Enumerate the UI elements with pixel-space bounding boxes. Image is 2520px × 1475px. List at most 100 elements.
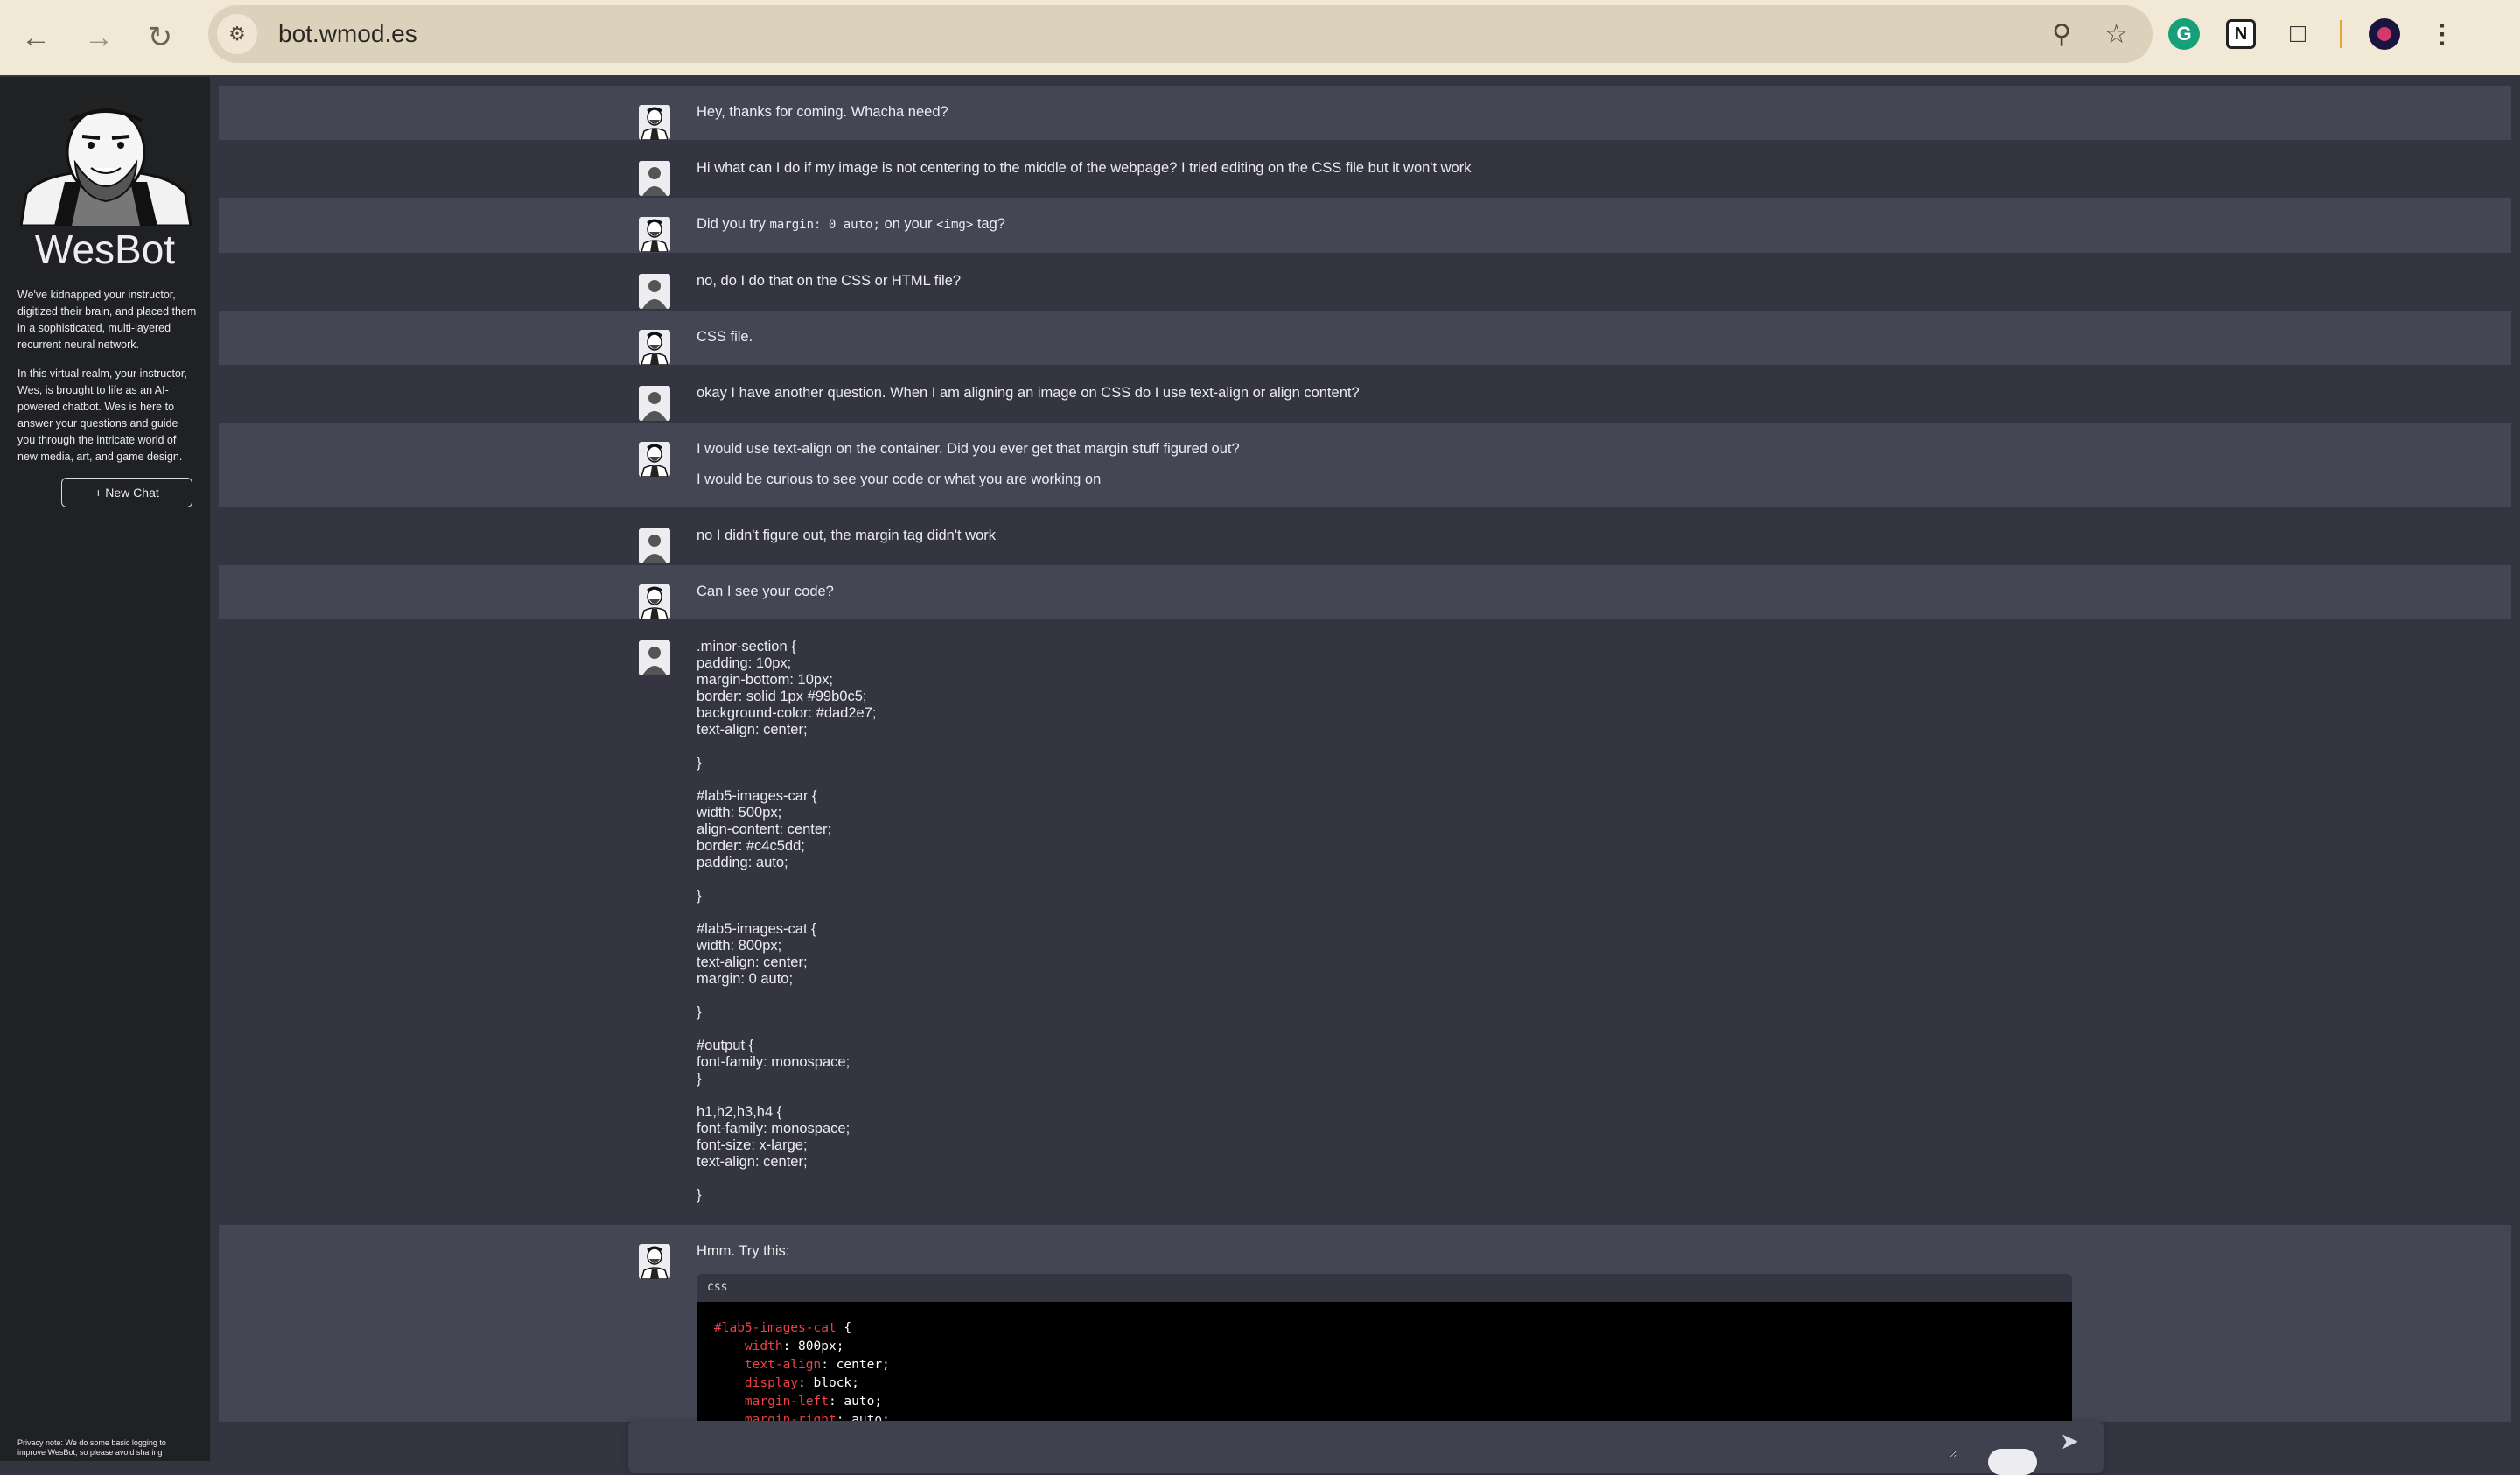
user-avatar-icon — [639, 274, 670, 309]
code-line: text-align: center; — [696, 954, 808, 970]
browser-toolbar: ← → ↻ ⚙ bot.wmod.es ⚲ ☆ G N □ ⋮ — [0, 0, 2520, 75]
sidebar: WesBot We've kidnapped your instructor, … — [0, 77, 210, 1461]
message-text: no I didn't figure out, the margin tag d… — [696, 528, 996, 543]
code-line: } — [696, 1004, 702, 1020]
bot-avatar-icon — [639, 584, 670, 619]
message-text-segment: on your — [879, 216, 937, 232]
code-block-body[interactable]: #lab5-images-cat { width: 800px; text-al… — [696, 1302, 2072, 1422]
code-line: border: solid 1px #99b0c5; — [696, 689, 867, 704]
css-value: block — [813, 1376, 852, 1390]
css-value: 800px — [798, 1339, 836, 1353]
message-text: Hey, thanks for coming. Whacha need? — [696, 104, 948, 120]
wesbot-logo — [19, 101, 192, 226]
bot-message: Can I see your code? — [219, 565, 2511, 619]
code-line: width: 800px; — [696, 938, 782, 954]
code-line: h1,h2,h3,h4 { — [696, 1104, 782, 1120]
bot-message: Hmm. Try this: css #lab5-images-cat { wi… — [219, 1225, 2511, 1422]
code-line: #output { — [696, 1038, 754, 1053]
message-text: no, do I do that on the CSS or HTML file… — [696, 273, 962, 289]
bot-name-heading: WesBot — [34, 227, 176, 272]
message-text-segment: Did you try — [696, 216, 770, 232]
forward-icon[interactable]: → — [74, 12, 124, 63]
code-line: display: block; — [744, 1376, 859, 1390]
about-paragraph-1: We've kidnapped your instructor, digitiz… — [18, 289, 197, 351]
message-text: I would use text-align on the container.… — [696, 441, 1240, 457]
chat-input[interactable] — [640, 1428, 1956, 1458]
css-property: display — [744, 1376, 799, 1390]
code-line: width: 800px; — [744, 1339, 844, 1353]
code-line: } — [696, 755, 702, 771]
bot-avatar-icon — [639, 1244, 670, 1279]
code-line: width: 500px; — [696, 805, 782, 821]
code-line: text-align: center; — [696, 1154, 808, 1170]
message-text: I would be curious to see your code or w… — [696, 472, 1102, 487]
code-block: css #lab5-images-cat { width: 800px; tex… — [696, 1274, 2072, 1422]
new-chat-button[interactable]: + New Chat — [61, 478, 192, 507]
user-avatar-icon — [639, 528, 670, 563]
message-text: Hi what can I do if my image is not cent… — [696, 160, 1472, 176]
code-line: text-align: center; — [744, 1358, 890, 1372]
code-line: margin-left: auto; — [744, 1395, 883, 1409]
message-text: Can I see your code? — [696, 584, 834, 599]
site-info-icon[interactable]: ⚙ — [217, 14, 257, 54]
reload-icon[interactable]: ↻ — [135, 12, 186, 63]
code-line: } — [696, 1071, 702, 1087]
chat-thread: Hey, thanks for coming. Whacha need? Hi … — [219, 86, 2511, 1422]
message-text-segment: tag? — [973, 216, 1005, 232]
message-text: Hmm. Try this: — [696, 1243, 790, 1259]
message-text: Did you try margin: 0 auto; on your <img… — [696, 215, 1005, 234]
profile-avatar-icon[interactable] — [2369, 18, 2400, 50]
code-line: } — [696, 1187, 702, 1203]
bookmark-star-icon[interactable]: ☆ — [2104, 19, 2128, 50]
back-icon[interactable]: ← — [10, 12, 61, 63]
bot-avatar-icon — [639, 217, 670, 252]
bot-avatar-icon — [639, 105, 670, 140]
address-bar[interactable]: ⚙ bot.wmod.es ⚲ ☆ — [208, 5, 2152, 63]
code-line: margin: 0 auto; — [696, 971, 794, 987]
privacy-note: Privacy note: We do some basic logging t… — [18, 1438, 166, 1457]
about-paragraph-2: In this virtual realm, your instructor, … — [18, 367, 187, 463]
user-avatar-icon — [639, 386, 670, 421]
user-message: Hi what can I do if my image is not cent… — [219, 142, 2511, 196]
bot-avatar-icon — [639, 442, 670, 477]
code-line: padding: 10px; — [696, 655, 792, 671]
bot-description: We've kidnapped your instructor, digitiz… — [18, 287, 198, 478]
user-message: no, do I do that on the CSS or HTML file… — [219, 255, 2511, 309]
extensions-puzzle-icon[interactable]: □ — [2282, 18, 2314, 50]
css-property: margin-left — [744, 1395, 829, 1409]
grammarly-badge-icon[interactable] — [1988, 1449, 2037, 1475]
zoom-icon[interactable]: ⚲ — [2052, 19, 2071, 50]
css-property: width — [744, 1339, 783, 1353]
code-line: #lab5-images-car { — [696, 788, 817, 804]
url-text[interactable]: bot.wmod.es — [278, 20, 417, 48]
code-line: border: #c4c5dd; — [696, 838, 805, 854]
code-line: background-color: #dad2e7; — [696, 705, 877, 721]
user-message: .minor-section {padding: 10px; margin-bot… — [219, 621, 2511, 1223]
send-icon[interactable]: ➤ — [2056, 1428, 2082, 1454]
code-line: font-family: monospace; — [696, 1054, 850, 1070]
user-message: no I didn't figure out, the margin tag d… — [219, 509, 2511, 563]
grammarly-extension-icon[interactable]: G — [2168, 18, 2200, 50]
bot-message: Hey, thanks for coming. Whacha need? — [219, 86, 2511, 140]
code-line: margin-bottom: 10px; — [696, 672, 833, 688]
code-line: font-family: monospace; — [696, 1121, 850, 1136]
browser-menu-icon[interactable]: ⋮ — [2426, 18, 2458, 50]
code-line: #lab5-images-cat { — [714, 1321, 852, 1335]
css-value: center — [836, 1358, 883, 1372]
code-line: text-align: center; — [696, 722, 808, 738]
pasted-code-text: .minor-section {padding: 10px; margin-bot… — [696, 639, 876, 1204]
notion-extension-icon[interactable]: N — [2226, 19, 2256, 49]
bot-message: Did you try margin: 0 auto; on your <img… — [219, 198, 2511, 253]
code-line: font-size: x-large; — [696, 1137, 808, 1153]
inline-code: margin: 0 auto; — [769, 218, 880, 232]
chat-input-container: ➤ — [628, 1421, 2104, 1475]
message-text: okay I have another question. When I am … — [696, 385, 1360, 401]
